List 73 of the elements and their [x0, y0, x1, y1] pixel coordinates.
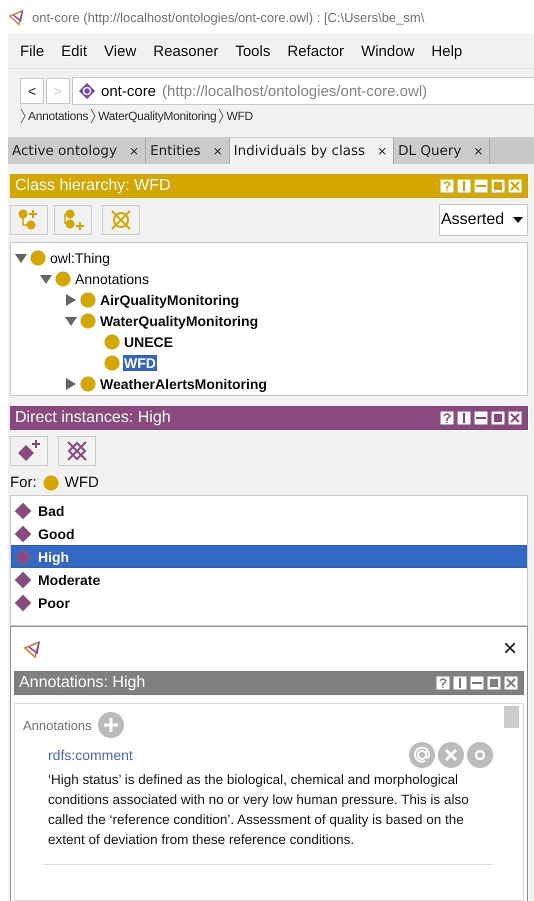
class-icon — [55, 270, 71, 286]
tab[interactable]: Individuals by class × — [230, 138, 394, 164]
menu-item[interactable]: Window — [353, 42, 424, 60]
window-title: ont-core (http://localhost/ontologies/ont-core.owl) : [C:\Users\be_sm\ — [32, 10, 424, 24]
individual-icon — [14, 548, 32, 566]
breadcrumb-item[interactable]: WFD — [226, 109, 253, 123]
expanded-triangle-icon[interactable] — [65, 314, 77, 326]
app-logo-icon — [23, 639, 43, 659]
tree-node-label[interactable]: WaterQualityMonitoring — [99, 312, 260, 328]
add-subclass-button[interactable] — [10, 205, 48, 235]
delete-class-button[interactable] — [102, 205, 140, 235]
class-icon — [30, 250, 46, 266]
menu-item[interactable]: Help — [423, 42, 472, 60]
property-link[interactable]: rdfs:comment — [48, 747, 133, 763]
panel-title: Class hierarchy: WFD — [15, 177, 171, 195]
instance-row[interactable]: Poor — [11, 591, 527, 614]
caret-icon — [513, 217, 523, 223]
expanded-triangle-icon[interactable] — [15, 252, 27, 264]
tree-node-label[interactable]: WeatherAlertsMonitoring — [99, 376, 268, 392]
comment-text: ‘High status’ is defined as the biological, chemical and morphological conditions associated with no or very low human pressure. This is also called the ‘reference condition’. Assessment of quality is based on the extent of deviation from these reference conditions. — [48, 771, 470, 849]
menu-item[interactable]: Tools — [227, 42, 280, 60]
individual-icon — [14, 570, 32, 588]
panel-title: Annotations: High — [19, 674, 146, 692]
tree-node-label[interactable]: owl:Thing — [49, 250, 111, 266]
menu-item[interactable]: Refactor — [279, 42, 354, 60]
add-individual-button[interactable] — [10, 436, 48, 466]
view-controls-icon[interactable] — [440, 411, 522, 425]
instance-row[interactable]: Good — [11, 522, 527, 545]
hierarchy-mode-dropdown[interactable]: Asserted — [439, 204, 528, 236]
close-button[interactable]: × — [502, 637, 517, 661]
breadcrumb-item[interactable]: WaterQualityMonitoring — [98, 109, 216, 123]
breadcrumb-separator-icon — [20, 108, 26, 124]
crossed-circle-icon — [109, 208, 133, 232]
class-icon — [80, 376, 96, 392]
panel-title: Direct instances: High — [15, 409, 171, 427]
collapsed-triangle-icon[interactable] — [65, 294, 77, 306]
ontology-iri: (http://localhost/ontologies/ont-core.owl) — [162, 82, 428, 100]
for-class-name: WFD — [64, 474, 99, 491]
scrollbar-thumb[interactable] — [504, 706, 519, 728]
add-sibling-class-button[interactable] — [54, 205, 92, 235]
breadcrumb-separator-icon — [218, 108, 224, 124]
class-icon — [80, 312, 96, 328]
view-controls-icon[interactable] — [436, 676, 518, 690]
add-individual-icon — [17, 439, 41, 463]
breadcrumb-item[interactable]: Annotations — [28, 109, 88, 123]
for-label: For: — [10, 474, 37, 491]
class-icon — [42, 474, 59, 490]
collapsed-triangle-icon[interactable] — [65, 378, 77, 390]
class-icon — [80, 292, 96, 308]
ontology-icon — [79, 83, 95, 99]
tree-node-label[interactable]: UNECE — [123, 334, 174, 350]
menu-item[interactable]: Reasoner — [145, 42, 228, 60]
menu-item[interactable]: View — [96, 42, 146, 60]
menu-item[interactable]: Edit — [53, 42, 96, 60]
individual-icon — [14, 594, 32, 612]
individual-icon — [14, 524, 32, 542]
tree-node-label[interactable]: Annotations — [74, 270, 150, 286]
tree-node-label[interactable]: WFD — [123, 354, 157, 370]
instance-row[interactable]: High — [11, 545, 527, 568]
ontology-name: ont-core — [101, 82, 156, 100]
expanded-triangle-icon[interactable] — [40, 272, 52, 284]
individual-icon — [14, 502, 32, 520]
back-button[interactable]: < — [20, 78, 44, 104]
section-label: Annotations — [23, 718, 92, 732]
instance-row[interactable]: Bad — [11, 499, 527, 522]
app-logo-icon — [8, 8, 26, 26]
delete-individual-button[interactable] — [58, 436, 96, 466]
crossed-diamond-icon — [65, 439, 89, 463]
tree-node-label[interactable]: AirQualityMonitoring — [99, 292, 240, 308]
breadcrumb-separator-icon — [90, 108, 96, 124]
menu-item[interactable]: File — [12, 42, 54, 60]
ontology-address-field[interactable]: ont-core (http://localhost/ontologies/ont-core.owl) — [72, 77, 534, 105]
instance-row[interactable]: Moderate — [11, 568, 527, 591]
